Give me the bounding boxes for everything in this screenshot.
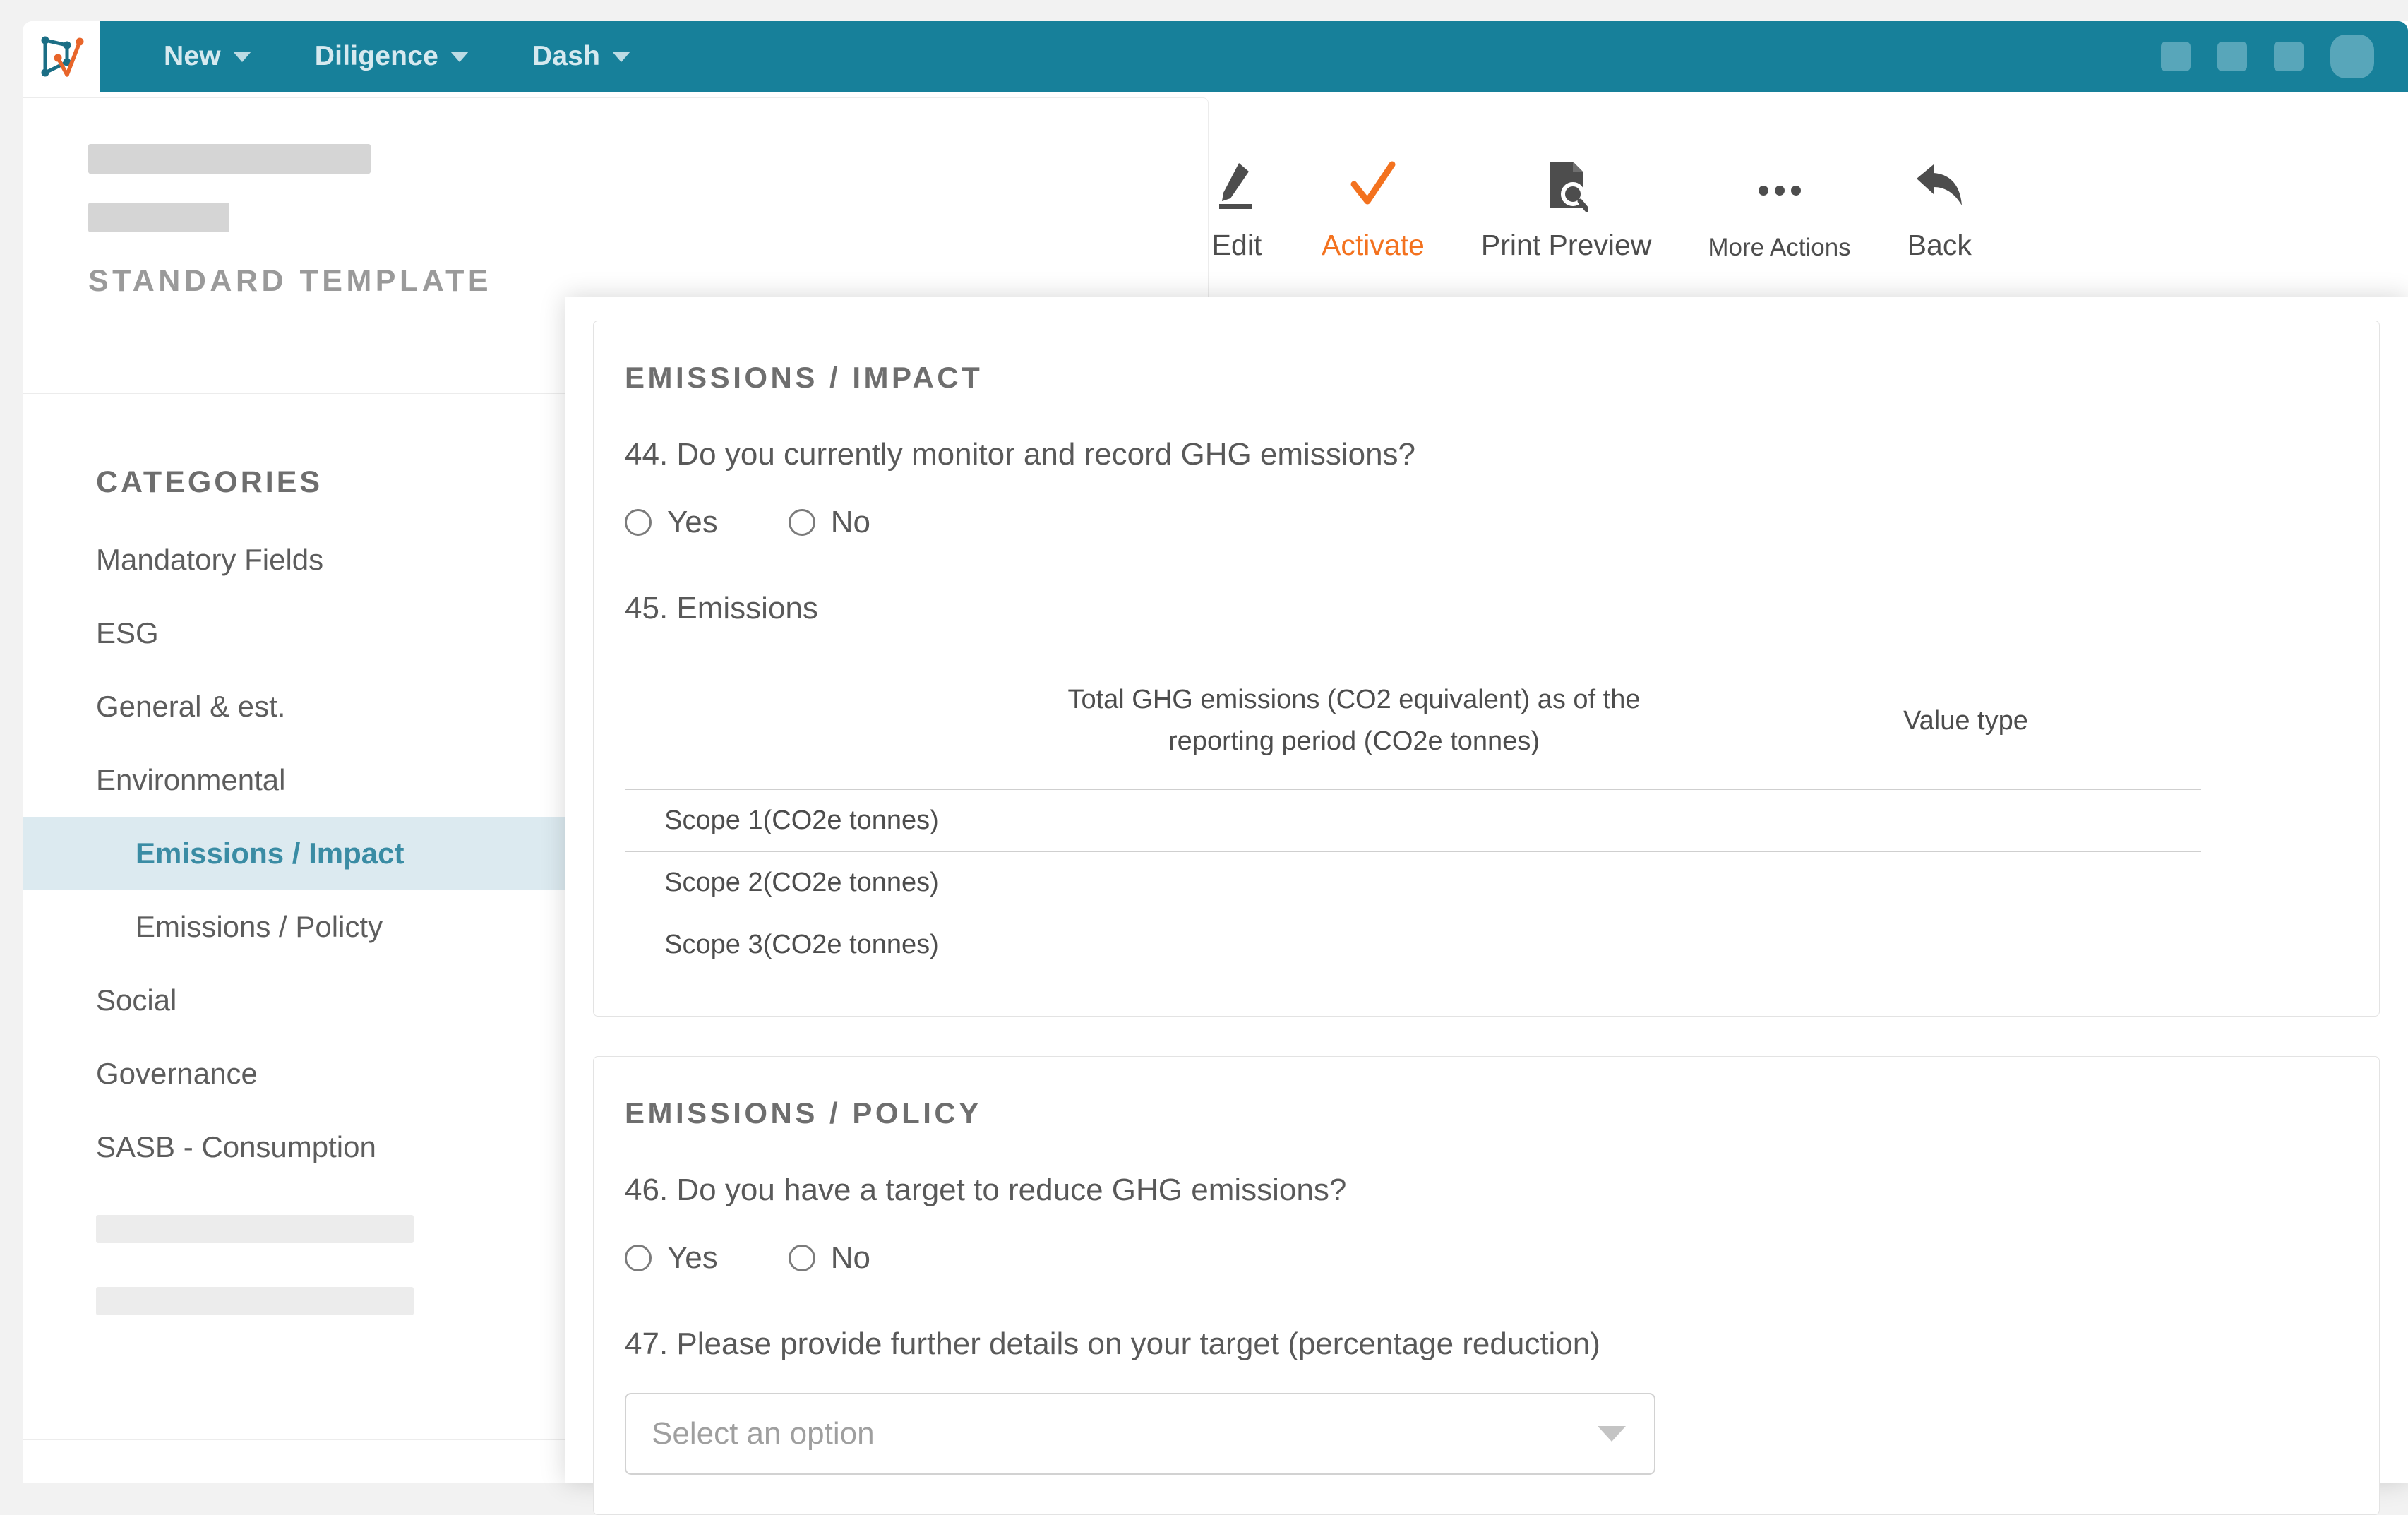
categories-sidebar: CATEGORIES Mandatory Fields ESG General … [23,424,594,1440]
sidebar-item-mandatory-fields[interactable]: Mandatory Fields [23,523,594,597]
navbar-bar: New Diligence Dash [100,21,2408,92]
activate-button-label: Activate [1322,229,1425,261]
table-cell-scope-3-total[interactable] [978,914,1730,976]
chevron-down-icon [450,51,469,62]
sidebar-item-governance[interactable]: Governance [23,1037,594,1110]
section-title-emissions-policy: EMISSIONS / POLICY [625,1096,982,1130]
radio-icon[interactable] [788,1245,815,1271]
redacted-title-placeholder [88,144,371,174]
table-header-blank [625,652,978,790]
nav-item-new-label: New [164,41,221,71]
app-square-icon-1[interactable] [2161,42,2191,71]
nav-item-new[interactable]: New [164,41,251,72]
section-card-emissions-policy: EMISSIONS / POLICY 46. Do you have a tar… [593,1056,2380,1515]
sidebar-item-environmental[interactable]: Environmental [23,743,594,817]
redacted-subtitle-placeholder [88,203,229,232]
caret-down-icon[interactable] [1598,1426,1626,1442]
table-row: Scope 2(CO2e tonnes) [625,851,2201,914]
nav-item-dash[interactable]: Dash [532,41,631,72]
table-row: Scope 3(CO2e tonnes) [625,914,2201,976]
page-title: STANDARD TEMPLATE [88,264,493,298]
question-47-select-placeholder: Select an option [652,1416,875,1451]
sidebar-title: CATEGORIES [96,465,323,499]
sidebar-item-esg[interactable]: ESG [23,597,594,670]
document-search-icon [1545,155,1588,216]
question-46-option-yes-label: Yes [667,1240,718,1275]
action-toolbar: Edit Activate Print Preview More Actions… [1180,155,2000,262]
nav-item-dash-label: Dash [532,41,601,71]
section-title-emissions-impact: EMISSIONS / IMPACT [625,361,983,394]
question-46-option-no-label: No [830,1240,871,1275]
question-47-select[interactable]: Select an option [625,1393,1655,1475]
ellipsis-icon [1758,160,1801,221]
avatar[interactable] [2330,35,2374,78]
print-preview-button[interactable]: Print Preview [1453,155,1680,262]
table-cell-scope-3-value-type[interactable] [1730,914,2201,976]
redacted-category-placeholder-1 [96,1215,414,1243]
top-navbar: New Diligence Dash [23,21,2408,92]
question-46-text: 46. Do you have a target to reduce GHG e… [625,1173,1347,1207]
table-header-row: Total GHG emissions (CO2 equivalent) as … [625,652,2201,790]
back-button[interactable]: Back [1879,155,2000,262]
question-44-options: Yes No [625,505,2348,540]
question-46-option-no[interactable]: No [788,1240,871,1276]
question-44-option-no[interactable]: No [788,505,871,540]
radio-icon[interactable] [625,509,652,536]
question-46-options: Yes No [625,1240,2348,1276]
app-square-icon-2[interactable] [2217,42,2247,71]
radio-icon[interactable] [788,509,815,536]
question-44-option-no-label: No [830,505,871,539]
more-actions-button[interactable]: More Actions [1679,160,1879,262]
question-45-text: 45. Emissions [625,591,818,625]
question-44-option-yes-label: Yes [667,505,718,539]
category-list: Mandatory Fields ESG General & est. Envi… [23,523,594,1315]
edit-button-label: Edit [1211,229,1262,261]
emissions-table: Total GHG emissions (CO2 equivalent) as … [625,652,2202,976]
app-logo[interactable] [23,21,100,92]
sidebar-item-emissions-impact[interactable]: Emissions / Impact [23,817,594,890]
table-cell-scope-1-total[interactable] [978,789,1730,852]
table-row-label-scope-1: Scope 1(CO2e tonnes) [625,789,978,852]
redacted-category-placeholder-2 [96,1287,414,1315]
nav-item-diligence-label: Diligence [314,41,438,71]
radio-icon[interactable] [625,1245,652,1271]
back-button-label: Back [1907,229,1972,261]
question-44-option-yes[interactable]: Yes [625,505,718,540]
more-actions-button-label: More Actions [1708,234,1851,261]
table-cell-scope-1-value-type[interactable] [1730,789,2201,852]
app-window: New Diligence Dash STANDARD TEMPLATE Edi… [23,21,2408,1515]
table-row-label-scope-2: Scope 2(CO2e tonnes) [625,851,978,914]
nav-item-diligence[interactable]: Diligence [315,41,469,72]
sidebar-item-general-est[interactable]: General & est. [23,670,594,743]
questionnaire-panel: EMISSIONS / IMPACT 44. Do you currently … [565,297,2408,1515]
app-square-icon-3[interactable] [2274,42,2304,71]
question-46-option-yes[interactable]: Yes [625,1240,718,1276]
table-cell-scope-2-value-type[interactable] [1730,851,2201,914]
print-preview-button-label: Print Preview [1480,229,1652,261]
activate-button[interactable]: Activate [1293,155,1453,262]
table-header-total-ghg: Total GHG emissions (CO2 equivalent) as … [978,652,1730,790]
sidebar-item-social[interactable]: Social [23,964,594,1037]
check-icon [1348,155,1398,216]
table-row: Scope 1(CO2e tonnes) [625,789,2201,852]
sidebar-item-emissions-policty[interactable]: Emissions / Policty [23,890,594,964]
edit-button[interactable]: Edit [1180,155,1293,262]
chevron-down-icon [232,51,251,62]
chevron-down-icon [612,51,631,62]
table-row-label-scope-3: Scope 3(CO2e tonnes) [625,914,978,976]
pencil-icon [1215,155,1259,216]
question-44-text: 44. Do you currently monitor and record … [625,437,1416,472]
table-cell-scope-2-total[interactable] [978,851,1730,914]
diligence-logo-icon [41,36,84,77]
section-card-emissions-impact: EMISSIONS / IMPACT 44. Do you currently … [593,321,2380,1017]
sidebar-item-sasb-consumption[interactable]: SASB - Consumption [23,1110,594,1184]
question-47-text: 47. Please provide further details on yo… [625,1327,1600,1361]
navbar-right-actions [2161,21,2374,92]
back-arrow-icon [1912,155,1966,216]
table-header-value-type: Value type [1730,652,2201,790]
